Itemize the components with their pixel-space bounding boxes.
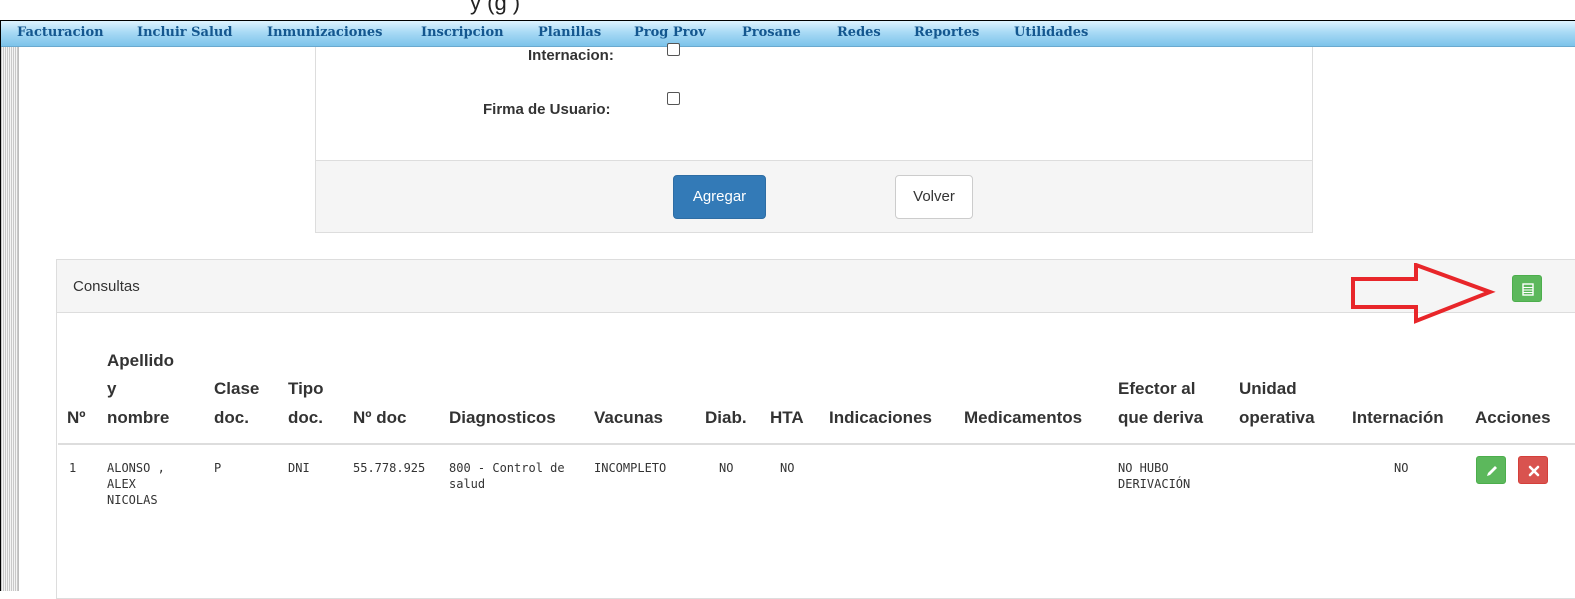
- volver-button[interactable]: Volver: [895, 175, 973, 219]
- menu-item-redes[interactable]: Redes: [837, 25, 881, 40]
- menu-item-inmunizaciones[interactable]: Inmunizaciones: [267, 25, 383, 40]
- menu-item-incluir-salud[interactable]: Incluir Salud: [137, 25, 232, 40]
- pencil-icon: [1487, 466, 1497, 476]
- export-spreadsheet-button[interactable]: [1512, 275, 1542, 302]
- header-tipo-2: doc.: [288, 408, 323, 427]
- header-diab: Diab.: [705, 408, 747, 427]
- header-n: Nº: [67, 408, 86, 427]
- header-ndoc: Nº doc: [353, 408, 407, 427]
- header-clase-1: Clase: [214, 379, 260, 398]
- header-medicamentos: Medicamentos: [964, 408, 1083, 427]
- cell-diag-1: 800 - Control de: [449, 461, 565, 475]
- cell-tipo: DNI: [288, 461, 310, 475]
- table-header-divider: [58, 443, 1575, 445]
- menu-item-inscripcion[interactable]: Inscripcion: [421, 25, 504, 40]
- header-unidad-1: Unidad: [1239, 379, 1297, 398]
- cell-vacunas: INCOMPLETO: [594, 461, 667, 475]
- internacion-checkbox[interactable]: [667, 43, 680, 56]
- menu-item-facturacion[interactable]: Facturacion: [17, 25, 104, 40]
- form-footer: Agregar Volver: [316, 160, 1312, 232]
- header-efector-2: que deriva: [1118, 408, 1204, 427]
- header-clase-2: doc.: [214, 408, 249, 427]
- cell-n: 1: [69, 461, 77, 475]
- header-apellido-3: nombre: [107, 408, 170, 427]
- consultas-title: Consultas: [73, 278, 140, 295]
- cell-efector-2: DERIVACIÓN: [1118, 477, 1191, 491]
- header-apellido-1: Apellido: [107, 351, 175, 370]
- header-indicaciones: Indicaciones: [829, 408, 932, 427]
- menu-item-reportes[interactable]: Reportes: [914, 25, 979, 40]
- header-diagnosticos: Diagnosticos: [449, 408, 556, 427]
- header-efector-1: Efector al: [1118, 379, 1196, 398]
- cell-diab: NO: [719, 461, 734, 475]
- left-scroll-rail[interactable]: [1, 47, 19, 591]
- firma-usuario-checkbox[interactable]: [667, 92, 680, 105]
- header-tipo-1: Tipo: [288, 379, 324, 398]
- agregar-button[interactable]: Agregar: [673, 175, 766, 219]
- cell-efector-1: NO HUBO: [1118, 461, 1169, 475]
- cut-off-heading: y (g ): [470, 0, 521, 15]
- menu-item-utilidades[interactable]: Utilidades: [1014, 25, 1088, 40]
- cell-diag-2: salud: [449, 477, 486, 491]
- header-acciones: Acciones: [1475, 408, 1551, 427]
- page-top-strip: y (g ): [0, 0, 1575, 20]
- header-unidad-2: operativa: [1239, 408, 1315, 427]
- header-internacion: Internación: [1352, 408, 1444, 427]
- header-apellido-2: y: [107, 379, 117, 398]
- menu-bar: Facturacion Incluir Salud Inmunizaciones…: [1, 21, 1575, 47]
- cell-clase: P: [214, 461, 222, 475]
- header-vacunas: Vacunas: [594, 408, 663, 427]
- menu-item-prog-prov[interactable]: Prog Prov: [634, 25, 706, 40]
- internacion-label: Internacion:: [528, 47, 614, 64]
- edit-button[interactable]: [1476, 456, 1506, 484]
- menu-item-planillas[interactable]: Planillas: [538, 25, 601, 40]
- delete-button[interactable]: [1518, 456, 1548, 484]
- cell-nombre-1: ALONSO ,: [107, 461, 165, 475]
- cell-internacion: NO: [1394, 461, 1409, 475]
- spreadsheet-icon: [1522, 283, 1534, 296]
- cell-ndoc: 55.778.925: [353, 461, 426, 475]
- cell-nombre-3: NICOLAS: [107, 493, 158, 507]
- menu-item-prosane[interactable]: Prosane: [742, 25, 801, 40]
- form-panel: Internacion: Firma de Usuario: Agregar V…: [315, 43, 1313, 233]
- firma-usuario-label: Firma de Usuario:: [483, 101, 611, 118]
- cell-nombre-2: ALEX: [107, 477, 136, 491]
- close-icon: [1528, 465, 1540, 477]
- header-hta: HTA: [770, 408, 804, 427]
- red-arrow-icon: [1351, 263, 1496, 324]
- cell-hta: NO: [780, 461, 795, 475]
